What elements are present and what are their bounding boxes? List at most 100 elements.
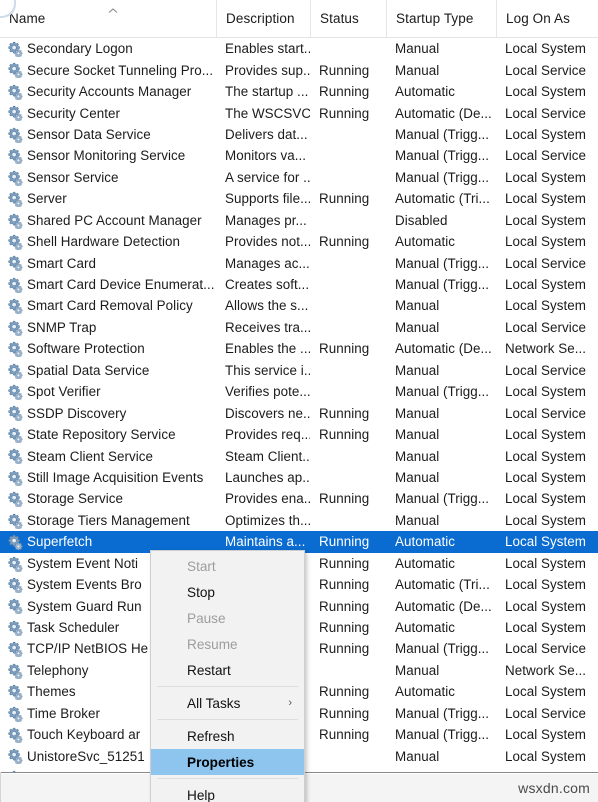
cell-status (310, 274, 386, 295)
table-row[interactable]: Spot Verifier Verifies pote... Manual (Tri… (0, 381, 598, 402)
context-menu-item-restart[interactable]: Restart (151, 657, 304, 683)
cell-status (310, 295, 386, 316)
cell-startup-type: Manual (395, 469, 440, 485)
cell-startup-type: Manual (Trigg... (395, 277, 490, 293)
table-row[interactable]: Security Accounts Manager The startup ...… (0, 81, 598, 102)
cell-status: Running (319, 405, 370, 421)
cell-startup-type: Manual (395, 298, 440, 314)
cell-log-on-as: Local System (505, 684, 586, 700)
table-row[interactable]: Sensor Monitoring Service Monitors va... M… (0, 145, 598, 166)
cell-startup-type: Disabled (395, 212, 448, 228)
cell-description: Verifies pote... (225, 384, 310, 400)
table-row[interactable]: Storage Service Provides ena... Running Man… (0, 488, 598, 509)
cell-description: Steam Client... (225, 448, 310, 464)
cell-service-name: Still Image Acquisition Events (27, 469, 204, 485)
cell-log-on-as: Local System (505, 234, 586, 250)
cell-status: Running (319, 598, 370, 614)
table-row[interactable]: Software Protection Enables the ... Runnin… (0, 338, 598, 359)
table-row[interactable]: Smart Card Removal Policy Allows the s...… (0, 295, 598, 316)
table-row[interactable]: Security Center The WSCSVC... Running Autom… (0, 102, 598, 123)
cell-service-name: Secure Socket Tunneling Pro... (27, 62, 214, 78)
column-header-status[interactable]: Status (310, 0, 386, 37)
cell-log-on-as: Local System (505, 212, 586, 228)
cell-description: Delivers dat... (225, 126, 308, 142)
column-header-name[interactable]: Name (0, 0, 216, 37)
context-menu[interactable]: Start Stop Pause Resume Restart All Tasks › Ref… (150, 550, 305, 802)
context-menu-item-help[interactable]: Help (151, 782, 304, 802)
table-row[interactable]: Smart Card Manages ac... Manual (Trigg... L… (0, 252, 598, 273)
cell-service-name: Security Accounts Manager (27, 84, 192, 100)
cell-service-name: Storage Service (27, 491, 124, 507)
cell-status (310, 167, 386, 188)
table-row[interactable]: Secondary Logon Enables start... Manual Loc… (0, 38, 598, 59)
chevron-up-icon (108, 8, 118, 13)
cell-description: Allows the s... (225, 298, 309, 314)
cell-log-on-as: Local System (505, 620, 586, 636)
column-header-startup-type[interactable]: Startup Type (386, 0, 496, 37)
cell-log-on-as: Local System (505, 534, 586, 550)
table-row[interactable]: SNMP Trap Receives tra... Manual Local Serv… (0, 317, 598, 338)
cell-log-on-as: Local System (505, 427, 586, 443)
cell-status (310, 124, 386, 145)
cell-service-name: SSDP Discovery (27, 405, 127, 421)
cell-description: The startup ... (225, 84, 309, 100)
context-menu-item-properties[interactable]: Properties (151, 749, 304, 775)
cell-service-name: Shared PC Account Manager (27, 212, 202, 228)
table-row[interactable]: Spatial Data Service This service i... Man… (0, 360, 598, 381)
cell-service-name: Spatial Data Service (27, 362, 150, 378)
context-menu-item-label: Properties (187, 754, 255, 770)
cell-status: Running (319, 341, 370, 357)
table-row[interactable]: Shared PC Account Manager Manages pr... Di… (0, 210, 598, 231)
cell-startup-type: Manual (395, 448, 440, 464)
table-row[interactable]: Sensor Service A service for ... Manual (T… (0, 167, 598, 188)
table-row[interactable]: State Repository Service Provides req... R… (0, 424, 598, 445)
services-window: Name Description Status Startup Type Log… (0, 0, 598, 802)
context-menu-item-label: Resume (187, 636, 238, 652)
context-menu-item-resume: Resume (151, 631, 304, 657)
cell-startup-type: Automatic (395, 534, 455, 550)
cell-log-on-as: Local Service (505, 62, 587, 78)
cell-service-name: Smart Card Removal Policy (27, 298, 193, 314)
table-row[interactable]: Steam Client Service Steam Client... Manua… (0, 445, 598, 466)
table-row[interactable]: Storage Tiers Management Optimizes th... M… (0, 510, 598, 531)
column-header-startup-type-label: Startup Type (396, 11, 474, 26)
context-menu-item-refresh[interactable]: Refresh (151, 723, 304, 749)
cell-log-on-as: Local System (505, 727, 586, 743)
cell-startup-type: Automatic (De... (395, 598, 492, 614)
cell-log-on-as: Local Service (505, 362, 587, 378)
window-left-frame (0, 772, 1, 802)
column-header-description[interactable]: Description (216, 0, 310, 37)
context-menu-item-stop[interactable]: Stop (151, 579, 304, 605)
cell-startup-type: Manual (395, 427, 440, 443)
table-row[interactable]: Sensor Data Service Delivers dat... Manual… (0, 124, 598, 145)
cell-startup-type: Manual (395, 41, 440, 57)
cell-description: Enables start... (225, 41, 310, 57)
context-menu-item-label: Stop (187, 584, 215, 600)
cell-status (310, 745, 386, 766)
cell-log-on-as: Local System (505, 126, 586, 142)
column-header-log-on-as-label: Log On As (506, 11, 570, 26)
cell-status (310, 445, 386, 466)
table-row[interactable]: Server Supports file... Running Automatic (… (0, 188, 598, 209)
cell-status: Running (319, 534, 370, 550)
cell-startup-type: Manual (395, 405, 440, 421)
watermark: wsxdn.com (518, 780, 590, 796)
column-header-log-on-as[interactable]: Log On As (496, 0, 598, 37)
context-menu-item-all-tasks[interactable]: All Tasks › (151, 690, 304, 716)
cell-status (310, 252, 386, 273)
cell-status: Running (319, 491, 370, 507)
cell-status: Running (319, 727, 370, 743)
table-row[interactable]: Secure Socket Tunneling Pro... Provides s… (0, 59, 598, 80)
table-row[interactable]: Shell Hardware Detection Provides not... R… (0, 231, 598, 252)
cell-log-on-as: Local Service (505, 319, 587, 335)
table-row[interactable]: Still Image Acquisition Events Launches a… (0, 467, 598, 488)
table-row[interactable]: SSDP Discovery Discovers ne... Running Manu… (0, 402, 598, 423)
cell-service-name: Software Protection (27, 341, 145, 357)
cell-service-name: Smart Card Device Enumerat... (27, 277, 215, 293)
cell-service-name: Secondary Logon (27, 41, 133, 57)
table-row[interactable]: Smart Card Device Enumerat... Creates sof… (0, 274, 598, 295)
cell-log-on-as: Local System (505, 512, 586, 528)
cell-log-on-as: Local System (505, 41, 586, 57)
cell-status: Running (319, 105, 370, 121)
sort-ascending-icon[interactable] (107, 7, 119, 15)
